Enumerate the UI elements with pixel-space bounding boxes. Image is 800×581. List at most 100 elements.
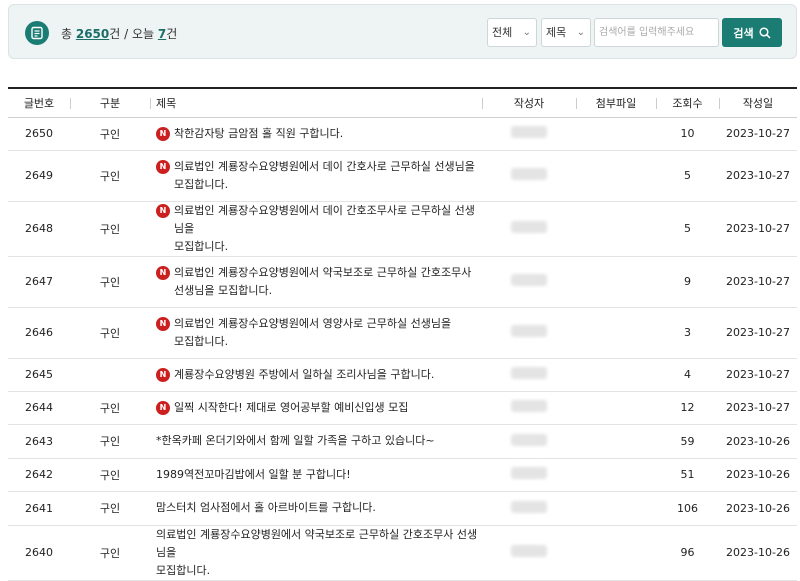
- total-count-suffix: 건 / 오늘: [109, 27, 158, 41]
- col-header-attachment: 첨부파일: [576, 88, 656, 117]
- post-views: 51: [680, 468, 695, 481]
- post-title-cell[interactable]: *한옥카페 온더기와에서 함께 일할 가족을 구하고 있습니다~: [150, 424, 482, 458]
- post-views: 10: [680, 127, 695, 140]
- post-author: [482, 525, 576, 580]
- col-header-date: 작성일: [719, 88, 797, 117]
- post-title-cell[interactable]: N 의료법인 계룡장수요양병원에서 데이 간호사로 근무하실 선생님을 모집합니다.: [150, 150, 482, 201]
- table-row[interactable]: 2642 구인 1989역전꼬마김밥에서 일할 분 구합니다! 51 2023-10-2…: [8, 458, 797, 491]
- post-title-cell[interactable]: N 일찍 시작한다! 제대로 영어공부할 예비신입생 모집: [150, 391, 482, 424]
- post-title[interactable]: 착한감자탕 금암점 홀 직원 구합니다.: [174, 127, 343, 140]
- col-header-number: 글번호: [23, 96, 55, 110]
- search-button[interactable]: 검색: [722, 18, 782, 47]
- post-title-cell[interactable]: 1989역전꼬마김밥에서 일할 분 구합니다!: [150, 458, 482, 491]
- post-attachment: [576, 117, 656, 150]
- post-title-cell[interactable]: N 의료법인 계룡장수요양병원에서 데이 간호조무사로 근무하실 선생님을모집합니…: [150, 201, 482, 256]
- table-header: 글번호 구분 제목 작성자 첨부파일 조회수 작성일: [8, 88, 797, 117]
- chevron-down-icon: ⌄: [576, 27, 585, 38]
- post-number: 2650: [25, 127, 53, 140]
- author-blurred: [511, 221, 547, 233]
- table-row[interactable]: 2647 구인 N 의료법인 계룡장수요양병원에서 약국보조로 근무하실 간호조무사 선…: [8, 256, 797, 307]
- search-input[interactable]: [594, 18, 719, 47]
- post-views: 59: [680, 434, 695, 448]
- post-title-line2[interactable]: 모집합니다.: [156, 564, 210, 577]
- author-blurred: [511, 325, 547, 337]
- post-title[interactable]: 일찍 시작한다! 제대로 영어공부할 예비신입생 모집: [174, 401, 408, 414]
- table-row[interactable]: 2643 구인 *한옥카페 온더기와에서 함께 일할 가족을 구하고 있습니다~ 59…: [8, 424, 797, 458]
- new-post-badge: N: [156, 265, 170, 280]
- post-number: 2646: [25, 326, 53, 339]
- post-views: 9: [684, 275, 691, 288]
- post-number: 2644: [25, 401, 53, 414]
- post-number: 2649: [25, 169, 53, 182]
- today-count-suffix: 건: [166, 27, 178, 41]
- board-summary-bar: 총 2650건 / 오늘 7건 전체 ⌄ 제목 ⌄ 검색: [8, 4, 797, 59]
- table-row[interactable]: 2649 구인 N 의료법인 계룡장수요양병원에서 데이 간호사로 근무하실 선생님을…: [8, 150, 797, 201]
- post-title-line2[interactable]: 선생님을 모집합니다.: [174, 284, 272, 297]
- post-title[interactable]: 1989역전꼬마김밥에서 일할 분 구합니다!: [156, 468, 351, 481]
- post-title[interactable]: 맘스터치 엄사점에서 홀 아르바이트를 구합니다.: [156, 501, 376, 514]
- post-attachment: [576, 525, 656, 580]
- post-attachment: [576, 150, 656, 201]
- today-count[interactable]: 7: [158, 27, 166, 41]
- post-attachment: [576, 307, 656, 358]
- post-title[interactable]: 의료법인 계룡장수요양병원에서 데이 간호조무사로 근무하실 선생님을: [174, 204, 475, 235]
- total-count[interactable]: 2650: [76, 27, 109, 41]
- author-blurred: [511, 126, 547, 138]
- post-title[interactable]: 계룡장수요양병원 주방에서 일하실 조리사님을 구합니다.: [174, 368, 434, 381]
- search-field-select[interactable]: 제목 ⌄: [541, 18, 591, 47]
- post-author: [482, 256, 576, 307]
- post-title-cell[interactable]: 맘스터치 엄사점에서 홀 아르바이트를 구합니다.: [150, 491, 482, 525]
- table-row[interactable]: 2648 구인 N 의료법인 계룡장수요양병원에서 데이 간호조무사로 근무하실 선생…: [8, 201, 797, 256]
- table-row[interactable]: 2645 N 계룡장수요양병원 주방에서 일하실 조리사님을 구합니다. 4 2023-…: [8, 358, 797, 391]
- post-category: 구인: [99, 546, 121, 560]
- search-scope-value: 전체: [492, 26, 513, 39]
- post-category: 구인: [99, 502, 121, 515]
- total-count-prefix: 총: [61, 27, 76, 41]
- new-post-badge: N: [156, 400, 170, 415]
- post-views: 96: [680, 546, 695, 559]
- post-title-cell[interactable]: N 의료법인 계룡장수요양병원에서 약국보조로 근무하실 간호조무사선생님을 모집…: [150, 256, 482, 307]
- author-blurred: [511, 545, 547, 557]
- post-attachment: [576, 201, 656, 256]
- post-author: [482, 491, 576, 525]
- col-header-title: 제목: [150, 88, 482, 117]
- post-views: 4: [684, 368, 691, 381]
- post-title[interactable]: 의료법인 계룡장수요양병원에서 약국보조로 근무하실 간호조무사: [174, 266, 471, 279]
- col-header-category: 구분: [70, 88, 150, 117]
- post-title[interactable]: 의료법인 계룡장수요양병원에서 데이 간호사로 근무하실 선생님을: [174, 160, 475, 173]
- post-title-cell[interactable]: 의료법인 계룡장수요양병원에서 약국보조로 근무하실 간호조무사 선생님을모집합…: [150, 525, 482, 580]
- post-title-line2[interactable]: 모집합니다.: [174, 335, 228, 348]
- table-row[interactable]: 2641 구인 맘스터치 엄사점에서 홀 아르바이트를 구합니다. 106 2023-1…: [8, 491, 797, 525]
- post-title-line2[interactable]: 모집합니다.: [174, 240, 228, 253]
- post-attachment: [576, 491, 656, 525]
- search-scope-select[interactable]: 전체 ⌄: [487, 18, 537, 47]
- post-title[interactable]: 의료법인 계룡장수요양병원에서 약국보조로 근무하실 간호조무사 선생님을: [156, 528, 477, 559]
- col-header-author: 작성자: [482, 88, 576, 117]
- post-title-cell[interactable]: N 의료법인 계룡장수요양병원에서 영양사로 근무하실 선생님을모집합니다.: [150, 307, 482, 358]
- new-post-badge: N: [156, 316, 170, 331]
- post-category: 구인: [99, 169, 121, 183]
- post-category: 구인: [99, 326, 121, 340]
- post-title[interactable]: 의료법인 계룡장수요양병원에서 영양사로 근무하실 선생님을: [174, 317, 451, 330]
- post-author: [482, 117, 576, 150]
- post-number: 2642: [25, 468, 53, 481]
- post-date: 2023-10-27: [726, 401, 790, 414]
- search-icon: [759, 26, 771, 39]
- post-title-cell[interactable]: N 착한감자탕 금암점 홀 직원 구합니다.: [150, 117, 482, 150]
- post-author: [482, 358, 576, 391]
- new-post-badge: N: [156, 367, 170, 382]
- post-title[interactable]: *한옥카페 온더기와에서 함께 일할 가족을 구하고 있습니다~: [156, 434, 435, 447]
- post-number: 2647: [25, 275, 53, 288]
- post-attachment: [576, 424, 656, 458]
- new-post-badge: N: [156, 203, 170, 218]
- table-row[interactable]: 2646 구인 N 의료법인 계룡장수요양병원에서 영양사로 근무하실 선생님을모집합…: [8, 307, 797, 358]
- table-row[interactable]: 2644 구인 N 일찍 시작한다! 제대로 영어공부할 예비신입생 모집 12 2023…: [8, 391, 797, 424]
- post-author: [482, 201, 576, 256]
- table-row[interactable]: 2650 구인 N 착한감자탕 금암점 홀 직원 구합니다. 10 2023-10-27: [8, 117, 797, 150]
- post-title-cell[interactable]: N 계룡장수요양병원 주방에서 일하실 조리사님을 구합니다.: [150, 358, 482, 391]
- post-title-line2[interactable]: 모집합니다.: [174, 178, 228, 191]
- post-number: 2640: [25, 546, 53, 559]
- post-date: 2023-10-27: [726, 222, 790, 235]
- post-views: 5: [684, 222, 691, 235]
- table-row[interactable]: 2640 구인 의료법인 계룡장수요양병원에서 약국보조로 근무하실 간호조무사 선…: [8, 525, 797, 580]
